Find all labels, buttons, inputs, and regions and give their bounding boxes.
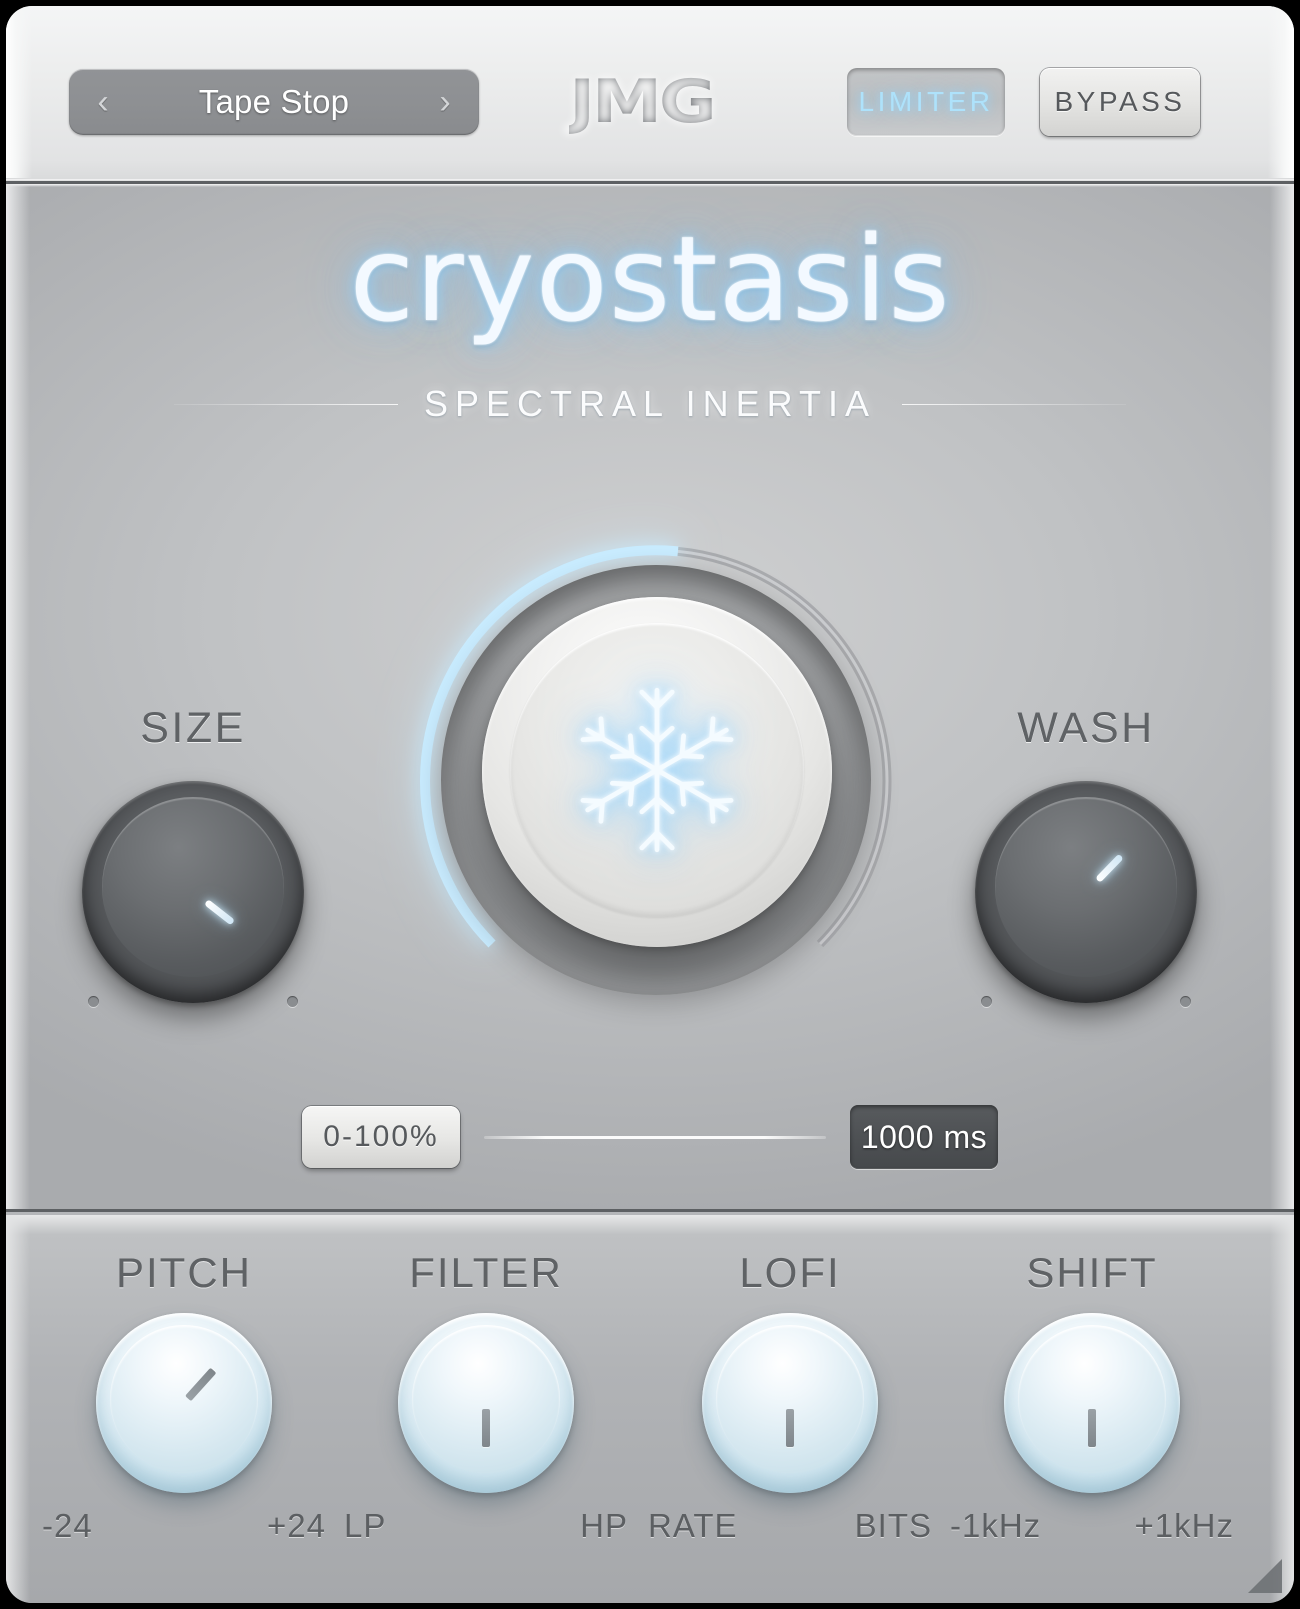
shift-range-row: -1kHz +1kHz (942, 1507, 1242, 1547)
resize-grip[interactable] (1240, 1551, 1284, 1595)
header-bar: ‹ Tape Stop › JMG LIMITER BYPASS (6, 6, 1294, 184)
shift-knob[interactable] (1004, 1313, 1180, 1493)
wash-knob-max-dot (1180, 996, 1191, 1007)
bypass-button-label: BYPASS (1054, 86, 1186, 117)
shift-knob-group: SHIFT -1kHz +1kHz (942, 1249, 1242, 1547)
preset-prev-icon[interactable]: ‹ (89, 85, 117, 119)
freeze-knob-assembly (375, 499, 937, 1061)
bottom-panel: PITCH -24 +24 FILTER LP HP LOFI RATE BIT… (6, 1215, 1294, 1603)
wash-knob[interactable] (975, 781, 1197, 1007)
lofi-knob-cap (716, 1325, 864, 1473)
shift-min-label: -1kHz (950, 1507, 1042, 1544)
value-row: 0-100% 1000 ms (302, 1102, 998, 1172)
wash-knob-min-dot (981, 996, 992, 1007)
pitch-knob[interactable] (96, 1313, 272, 1493)
lofi-knob-group: LOFI RATE BITS (640, 1249, 940, 1547)
pitch-min-label: -24 (42, 1507, 93, 1544)
pitch-max-label: +24 (267, 1507, 326, 1544)
freeze-knob-face (510, 623, 804, 917)
subtitle-rule-right (902, 403, 1126, 405)
lofi-range-row: RATE BITS (640, 1507, 940, 1547)
main-panel: cryostasis SPECTRAL INERTIA SIZE WASH 0-… (6, 184, 1294, 1212)
pitch-range-row: -24 +24 (34, 1507, 334, 1547)
wash-knob-cap (995, 797, 1177, 977)
bottom-left-bevel (6, 1215, 30, 1603)
filter-knob-cap (412, 1325, 560, 1473)
shift-label: SHIFT (1026, 1249, 1158, 1296)
brand-logo: JMG (539, 64, 744, 140)
preset-selector[interactable]: ‹ Tape Stop › (69, 69, 479, 135)
size-knob-max-dot (287, 996, 298, 1007)
preset-name-label: Tape Stop (198, 83, 350, 120)
time-readout[interactable]: 1000 ms (850, 1105, 998, 1169)
main-panel-sheen (6, 184, 1294, 187)
pitch-knob-group: PITCH -24 +24 (34, 1249, 334, 1547)
lofi-max-label: BITS (854, 1507, 932, 1544)
resize-grip-icon (1248, 1559, 1282, 1593)
lofi-min-label: RATE (648, 1507, 738, 1544)
filter-range-row: LP HP (336, 1507, 636, 1547)
limiter-button[interactable]: LIMITER (847, 68, 1005, 136)
size-knob-group: SIZE (68, 704, 318, 1007)
page-title: cryostasis (349, 210, 951, 348)
lofi-knob[interactable] (702, 1313, 878, 1493)
size-label: SIZE (140, 704, 246, 752)
shift-knob-cap (1018, 1325, 1166, 1473)
lofi-label: LOFI (739, 1249, 841, 1296)
limiter-button-label: LIMITER (858, 86, 994, 117)
subtitle-label: SPECTRAL INERTIA (423, 383, 877, 424)
subtitle-row: SPECTRAL INERTIA (174, 383, 1126, 424)
size-knob-min-dot (88, 996, 99, 1007)
subtitle-rule-left (174, 403, 398, 405)
pitch-label: PITCH (116, 1249, 252, 1296)
header-left-bevel (6, 6, 32, 178)
bypass-button[interactable]: BYPASS (1040, 68, 1200, 136)
filter-knob-group: FILTER LP HP (336, 1249, 636, 1547)
snowflake-icon (580, 687, 734, 853)
size-knob-cap (102, 797, 284, 977)
range-button[interactable]: 0-100% (302, 1106, 460, 1168)
filter-knob[interactable] (398, 1313, 574, 1493)
header-right-bevel (1268, 6, 1294, 178)
freeze-knob[interactable] (482, 597, 832, 947)
plugin-window: ‹ Tape Stop › JMG LIMITER BYPASS cryosta… (6, 6, 1294, 1603)
size-knob[interactable] (82, 781, 304, 1007)
filter-min-label: LP (344, 1507, 387, 1544)
filter-max-label: HP (580, 1507, 628, 1544)
pitch-knob-cap (110, 1325, 258, 1473)
value-connector-line (484, 1135, 826, 1139)
wash-label: WASH (1017, 704, 1155, 752)
brand-logo-text: JMG (569, 67, 717, 137)
wash-knob-group: WASH (961, 704, 1211, 1007)
bottom-right-bevel (1270, 1215, 1294, 1603)
filter-label: FILTER (409, 1249, 563, 1296)
preset-next-icon[interactable]: › (431, 85, 459, 119)
shift-max-label: +1kHz (1134, 1507, 1234, 1544)
